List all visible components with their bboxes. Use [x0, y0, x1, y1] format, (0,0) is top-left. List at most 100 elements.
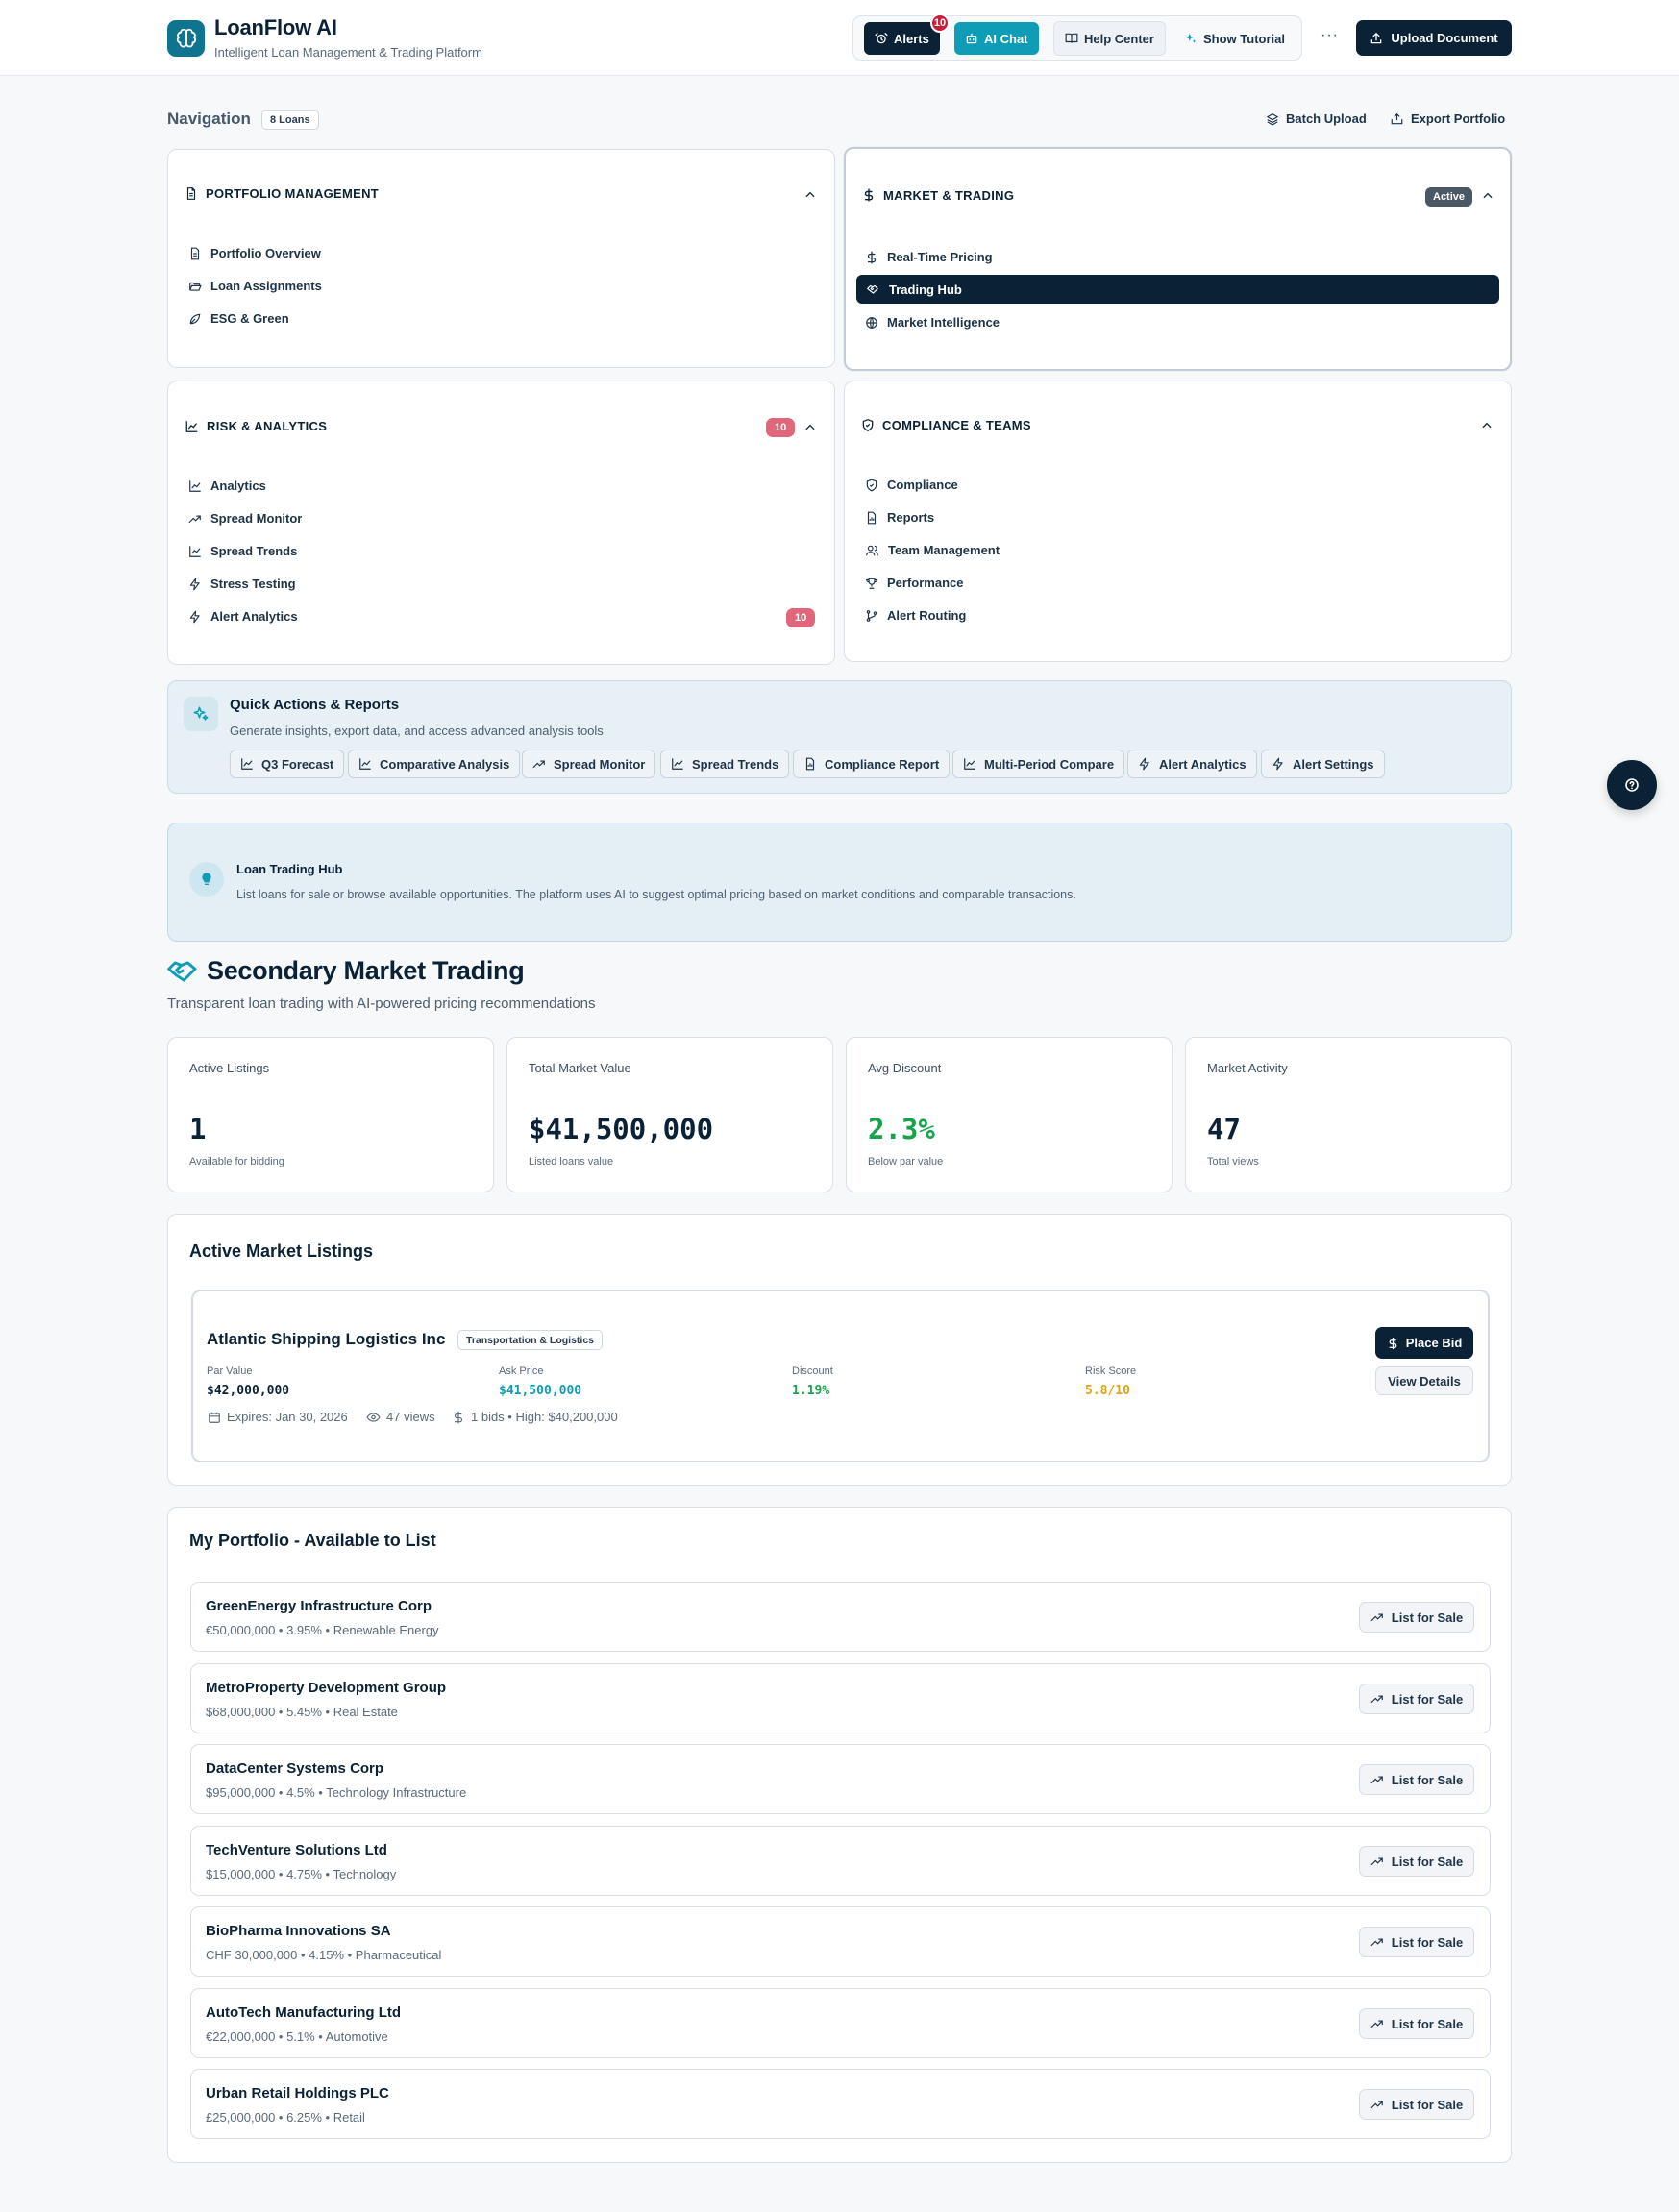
zap-icon [189, 610, 200, 623]
chevron-up-icon[interactable] [1480, 419, 1494, 432]
active-listings-title: Active Market Listings [189, 1241, 374, 1261]
comparative-analysis-button[interactable]: Comparative Analysis [348, 750, 521, 778]
export-portfolio-button[interactable]: Export Portfolio [1390, 111, 1505, 126]
spread-monitor-button[interactable]: Spread Monitor [522, 750, 656, 778]
shield-check-icon [866, 479, 877, 491]
dollar-icon [1389, 1337, 1397, 1349]
nav-item-spread-trends[interactable]: Spread Trends [188, 544, 297, 558]
brain-logo-icon[interactable] [167, 20, 205, 57]
loan-detail: $15,000,000 • 4.75% • Technology [206, 1867, 397, 1881]
loan-name: DataCenter Systems Corp [206, 1760, 384, 1777]
nav-item-alert-analytics[interactable]: Alert Analytics [188, 609, 298, 624]
nav-item-performance[interactable]: Performance [865, 576, 963, 590]
list-for-sale-label: List for Sale [1391, 1854, 1464, 1869]
show-tutorial-button[interactable]: Show Tutorial [1173, 22, 1296, 55]
portfolio-row: MetroProperty Development Group $68,000,… [190, 1663, 1491, 1733]
list-for-sale-button[interactable]: List for Sale [1359, 2089, 1474, 2120]
nav-item-reports[interactable]: Reports [865, 510, 934, 525]
views-text: 47 views [386, 1410, 435, 1424]
handshake-icon [867, 284, 878, 294]
chevron-up-icon[interactable] [1481, 189, 1494, 203]
nav-item-real-time-pricing[interactable]: Real-Time Pricing [865, 250, 993, 264]
compliance-teams-card: COMPLIANCE & TEAMS Compliance Reports Te… [844, 381, 1512, 662]
loan-detail: CHF 30,000,000 • 4.15% • Pharmaceutical [206, 1948, 442, 1962]
list-for-sale-label: List for Sale [1391, 1934, 1464, 1950]
nav-item-compliance[interactable]: Compliance [865, 478, 958, 492]
chevron-up-icon[interactable] [803, 188, 817, 202]
quick-actions-title: Quick Actions & Reports [230, 697, 400, 713]
portfolio-management-card: PORTFOLIO MANAGEMENT Portfolio Overview … [167, 149, 835, 368]
list-for-sale-label: List for Sale [1391, 1610, 1464, 1625]
nav-item-label: Stress Testing [210, 577, 296, 591]
list-for-sale-button[interactable]: List for Sale [1359, 1684, 1474, 1714]
nav-item-stress-testing[interactable]: Stress Testing [188, 577, 296, 591]
stat-value: 47 [1207, 1113, 1241, 1145]
help-center-label: Help Center [1084, 31, 1154, 46]
loan-name: MetroProperty Development Group [206, 1680, 447, 1696]
upload-document-button[interactable]: Upload Document [1356, 20, 1512, 56]
eye-icon [366, 1412, 381, 1422]
risk-score-value: 5.8/10 [1085, 1384, 1130, 1398]
portfolio-management-header[interactable]: PORTFOLIO MANAGEMENT [185, 186, 379, 201]
listing-card[interactable]: Atlantic Shipping Logistics Inc Transpor… [191, 1290, 1490, 1462]
nav-item-trading-hub[interactable]: Trading Hub [856, 275, 1499, 304]
list-for-sale-button[interactable]: List for Sale [1359, 2008, 1474, 2039]
nav-item-market-intelligence[interactable]: Market Intelligence [865, 315, 1000, 330]
loan-name: AutoTech Manufacturing Ltd [206, 2004, 402, 2021]
alert-analytics-button[interactable]: Alert Analytics [1127, 750, 1257, 778]
listing-name: Atlantic Shipping Logistics Inc [207, 1330, 446, 1348]
q3-forecast-button[interactable]: Q3 Forecast [230, 750, 345, 778]
nav-item-loan-assignments[interactable]: Loan Assignments [188, 279, 322, 293]
globe-icon [866, 316, 877, 329]
nav-item-analytics[interactable]: Analytics [188, 479, 266, 493]
loan-name: TechVenture Solutions Ltd [206, 1842, 387, 1858]
shield-check-icon [862, 419, 874, 431]
more-options-button[interactable]: ··· [1321, 27, 1339, 44]
trending-up-icon [1370, 1695, 1383, 1704]
place-bid-label: Place Bid [1405, 1336, 1463, 1350]
help-fab-button[interactable] [1607, 760, 1657, 810]
ai-chat-button[interactable]: AI Chat [954, 22, 1039, 55]
listing-sector-tag: Transportation & Logistics [457, 1330, 604, 1350]
market-trading-header[interactable]: MARKET & TRADING [862, 187, 1014, 203]
line-chart-icon [964, 758, 975, 770]
list-for-sale-button[interactable]: List for Sale [1359, 1846, 1474, 1877]
nav-item-team-management[interactable]: Team Management [865, 543, 1000, 557]
list-for-sale-button[interactable]: List for Sale [1359, 1764, 1474, 1795]
calendar-icon [209, 1412, 220, 1423]
sparkles-icon [184, 697, 218, 731]
dollar-icon [864, 188, 874, 202]
stat-value: 2.3% [868, 1113, 935, 1145]
portfolio-row: Urban Retail Holdings PLC £25,000,000 • … [190, 2069, 1491, 2139]
nav-item-alert-routing[interactable]: Alert Routing [865, 608, 966, 623]
spread-trends-button[interactable]: Spread Trends [660, 750, 790, 778]
folder-open-icon [189, 282, 202, 291]
multi-period-compare-button[interactable]: Multi-Period Compare [952, 750, 1125, 778]
risk-analytics-card: RISK & ANALYTICS 10 Analytics Spread Mon… [167, 381, 835, 665]
list-for-sale-button[interactable]: List for Sale [1359, 1927, 1474, 1957]
compliance-teams-header[interactable]: COMPLIANCE & TEAMS [861, 418, 1031, 432]
nav-item-label: Trading Hub [889, 282, 962, 297]
trending-up-icon [1370, 1857, 1383, 1866]
chip-label: Comparative Analysis [380, 756, 510, 772]
compliance-report-button[interactable]: Compliance Report [793, 750, 951, 778]
batch-upload-button[interactable]: Batch Upload [1266, 111, 1367, 126]
risk-analytics-header[interactable]: RISK & ANALYTICS [185, 419, 327, 433]
zap-icon [189, 578, 200, 590]
par-value: $42,000,000 [207, 1384, 290, 1398]
alerts-button[interactable]: Alerts [864, 22, 940, 55]
nav-item-portfolio-overview[interactable]: Portfolio Overview [188, 246, 321, 260]
nav-item-esg-green[interactable]: ESG & Green [188, 311, 289, 326]
list-for-sale-button[interactable]: List for Sale [1359, 1602, 1474, 1633]
chevron-up-icon[interactable] [803, 421, 817, 434]
nav-item-spread-monitor[interactable]: Spread Monitor [188, 511, 302, 526]
alert-settings-button[interactable]: Alert Settings [1261, 750, 1385, 778]
list-for-sale-label: List for Sale [1391, 1691, 1464, 1707]
trending-up-icon [1370, 1776, 1383, 1784]
listing-bids: 1 bids • High: $40,200,000 [452, 1410, 618, 1424]
listing-expiry: Expires: Jan 30, 2026 [208, 1410, 348, 1424]
lightbulb-icon [189, 862, 224, 897]
place-bid-button[interactable]: Place Bid [1375, 1327, 1473, 1359]
view-details-button[interactable]: View Details [1375, 1366, 1473, 1395]
help-center-button[interactable]: Help Center [1053, 21, 1166, 56]
